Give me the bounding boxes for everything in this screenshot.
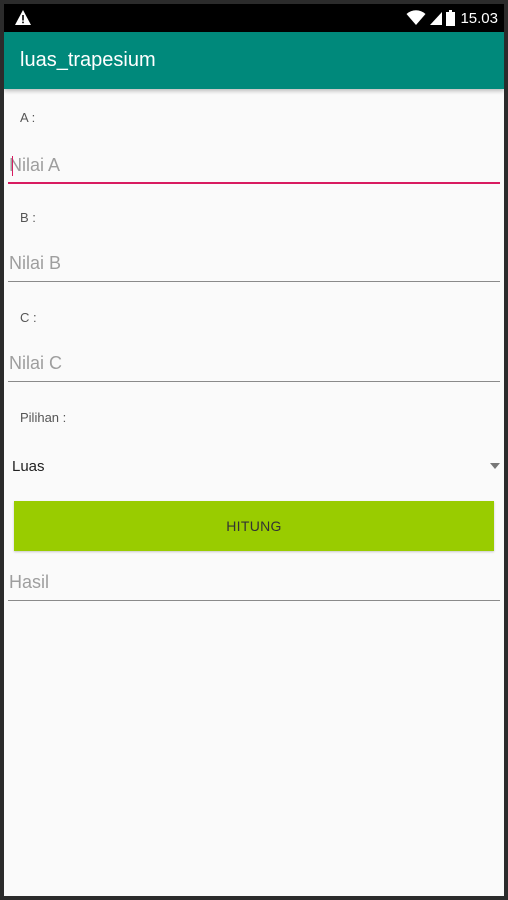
result-underline — [8, 600, 500, 601]
choice-selected-value: Luas — [12, 458, 45, 475]
app-screen: 15.03 luas_trapesium A : B : C : Pilihan… — [4, 4, 504, 896]
choice-spinner[interactable]: Luas — [8, 454, 500, 480]
calculate-button[interactable]: HITUNG — [14, 501, 494, 551]
status-icons: 15.03 — [406, 8, 498, 28]
signal-icon — [430, 12, 443, 25]
input-b-underline — [8, 281, 500, 282]
input-c[interactable] — [8, 348, 501, 378]
status-bar: 15.03 — [4, 4, 504, 32]
text-cursor — [12, 156, 13, 176]
app-bar: luas_trapesium — [4, 32, 504, 89]
label-choice: Pilihan : — [20, 410, 67, 425]
label-a: A : — [20, 110, 36, 125]
input-a-underline — [8, 182, 500, 184]
label-b: B : — [20, 210, 36, 225]
warning-icon — [15, 10, 31, 25]
input-a[interactable] — [8, 150, 501, 180]
input-b[interactable] — [8, 248, 501, 278]
status-time: 15.03 — [460, 9, 498, 27]
wifi-icon — [406, 10, 426, 25]
input-a-field[interactable] — [8, 150, 501, 184]
label-c: C : — [20, 310, 37, 325]
input-b-field[interactable] — [8, 248, 501, 282]
input-c-field[interactable] — [8, 348, 501, 382]
result-input[interactable] — [8, 567, 501, 597]
battery-icon — [446, 10, 456, 26]
dropdown-arrow-icon[interactable] — [490, 463, 500, 469]
result-field[interactable] — [8, 567, 501, 601]
app-title: luas_trapesium — [20, 49, 156, 71]
input-c-underline — [8, 381, 500, 382]
